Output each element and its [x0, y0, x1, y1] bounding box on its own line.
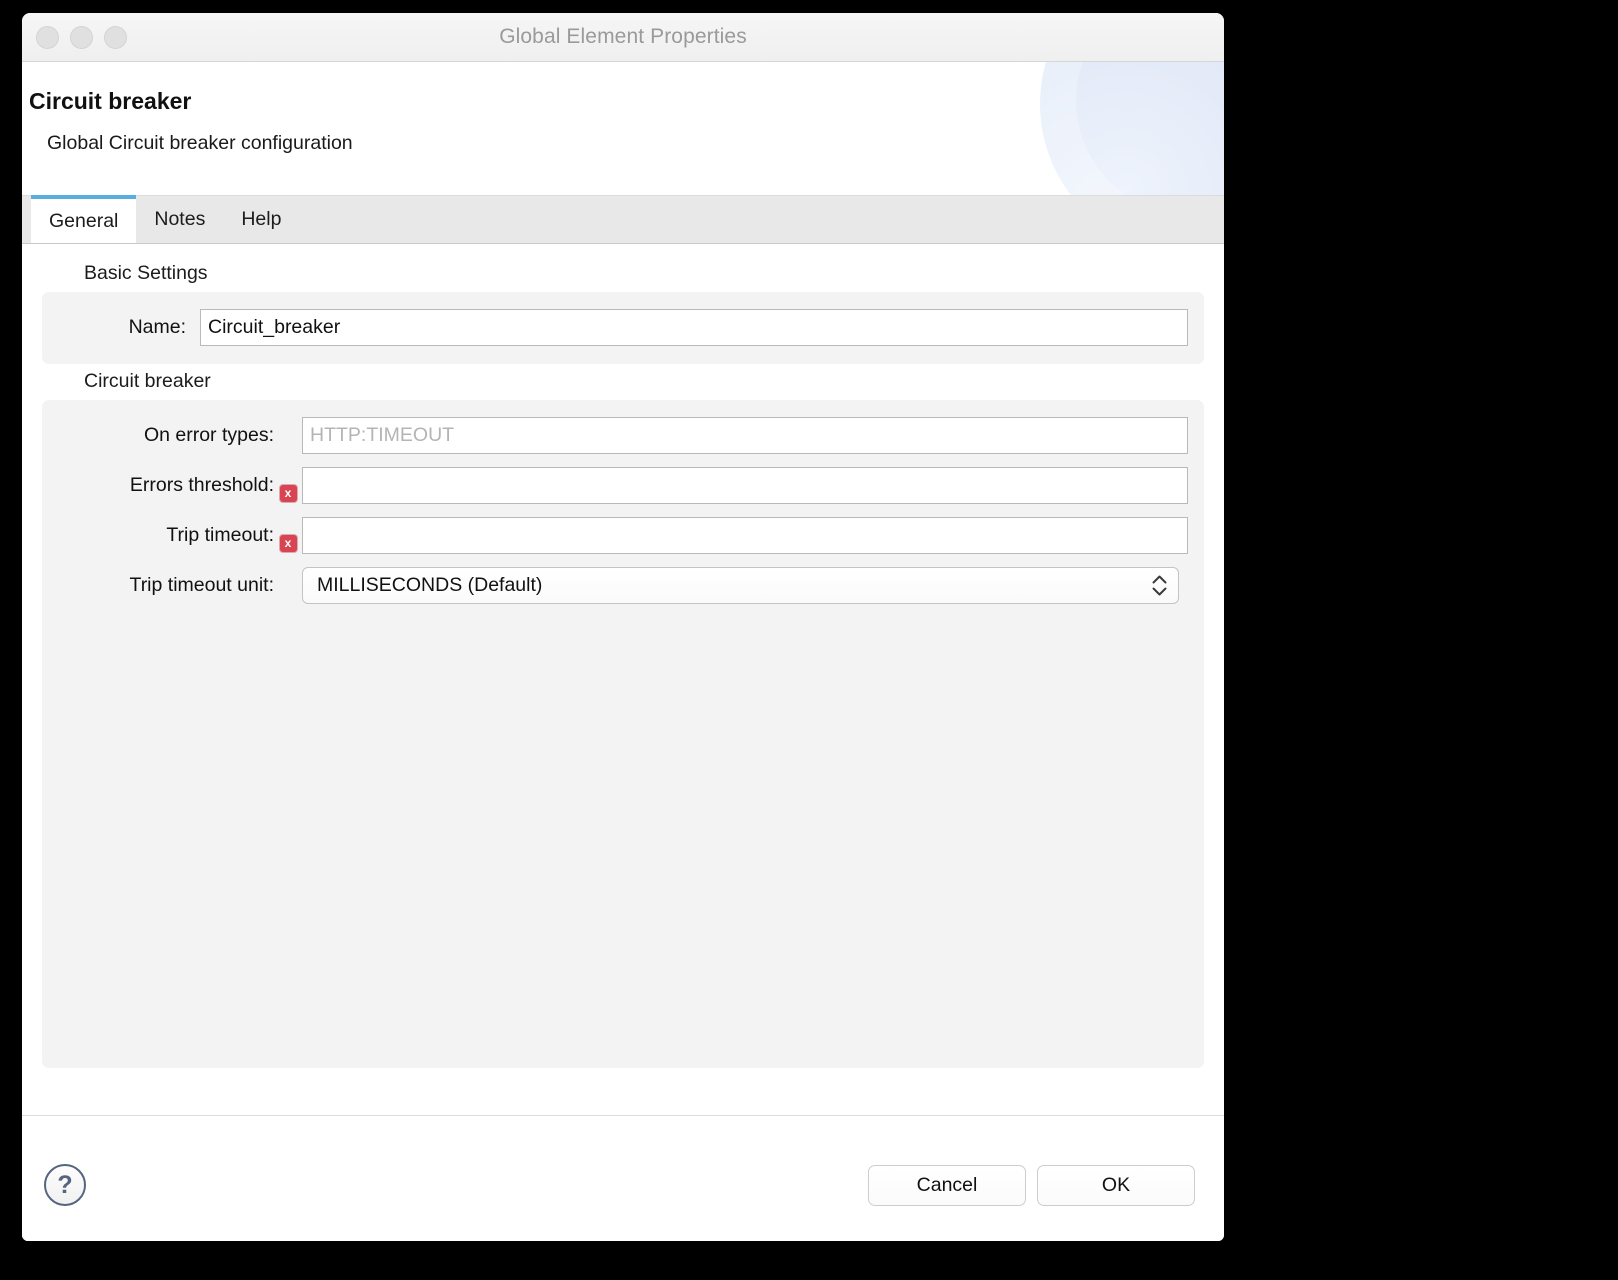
on-error-types-label: On error types: [58, 424, 274, 447]
help-icon-glyph: ? [57, 1171, 72, 1200]
dialog-footer: ? Cancel OK [22, 1116, 1224, 1241]
tab-notes-label: Notes [154, 208, 205, 231]
errors-threshold-error-slot: x [274, 466, 302, 504]
group-circuit-breaker: Circuit breaker On error types: x Errors… [42, 370, 1204, 1068]
field-row-on-error-types: On error types: x [58, 416, 1188, 454]
on-error-types-error-slot: x [274, 416, 302, 454]
window-titlebar: Global Element Properties [22, 13, 1224, 62]
tab-help[interactable]: Help [223, 195, 299, 243]
help-icon[interactable]: ? [44, 1164, 86, 1206]
field-row-name: Name: [58, 308, 1188, 346]
close-window-button[interactable] [36, 26, 59, 49]
trip-timeout-label: Trip timeout: [58, 524, 274, 547]
tab-bar: General Notes Help [22, 196, 1224, 244]
error-badge-icon: x [280, 535, 297, 552]
error-badge-icon: x [280, 485, 297, 502]
group-basic-settings: Basic Settings Name: [42, 262, 1204, 364]
name-field-label: Name: [58, 316, 200, 339]
trip-timeout-unit-select[interactable]: MILLISECONDS (Default) [302, 567, 1179, 604]
window-title: Global Element Properties [22, 25, 1224, 49]
screen-root: Global Element Properties Circuit breake… [0, 0, 1618, 1280]
field-row-errors-threshold: Errors threshold: x [58, 466, 1188, 504]
tab-general[interactable]: General [31, 195, 136, 243]
dialog-header: Circuit breaker Global Circuit breaker c… [22, 62, 1224, 196]
errors-threshold-label: Errors threshold: [58, 474, 274, 497]
header-decoration-arc-outer [1040, 62, 1224, 196]
tab-general-label: General [49, 210, 118, 233]
minimize-window-button[interactable] [70, 26, 93, 49]
zoom-window-button[interactable] [104, 26, 127, 49]
group-circuit-breaker-box: On error types: x Errors threshold: x [42, 400, 1204, 1068]
traffic-light-group [36, 13, 127, 61]
tab-help-label: Help [241, 208, 281, 231]
group-basic-settings-title: Basic Settings [42, 262, 1204, 285]
trip-timeout-unit-select-wrap: MILLISECONDS (Default) [302, 567, 1179, 604]
tab-panel-general: Basic Settings Name: Circuit breaker On … [22, 244, 1224, 1116]
header-decoration-arc-inner [1076, 62, 1224, 196]
page-title: Circuit breaker [29, 88, 191, 115]
cancel-button-label: Cancel [917, 1174, 978, 1197]
group-basic-settings-box: Name: [42, 292, 1204, 364]
on-error-types-input[interactable] [302, 417, 1188, 454]
footer-button-group: Cancel OK [868, 1165, 1195, 1206]
name-input[interactable] [200, 309, 1188, 346]
page-subtitle: Global Circuit breaker configuration [47, 132, 353, 155]
trip-timeout-unit-label: Trip timeout unit: [58, 574, 274, 597]
trip-timeout-unit-error-slot: x [274, 566, 302, 604]
ok-button-label: OK [1102, 1174, 1130, 1197]
field-row-trip-timeout-unit: Trip timeout unit: x MILLISECONDS (Defau… [58, 566, 1188, 604]
ok-button[interactable]: OK [1037, 1165, 1195, 1206]
cancel-button[interactable]: Cancel [868, 1165, 1026, 1206]
field-row-trip-timeout: Trip timeout: x [58, 516, 1188, 554]
trip-timeout-unit-selected-value: MILLISECONDS (Default) [317, 574, 542, 597]
errors-threshold-input[interactable] [302, 467, 1188, 504]
trip-timeout-error-slot: x [274, 516, 302, 554]
tab-notes[interactable]: Notes [136, 195, 223, 243]
global-element-properties-dialog: Global Element Properties Circuit breake… [22, 13, 1224, 1241]
trip-timeout-input[interactable] [302, 517, 1188, 554]
group-circuit-breaker-title: Circuit breaker [42, 370, 1204, 393]
